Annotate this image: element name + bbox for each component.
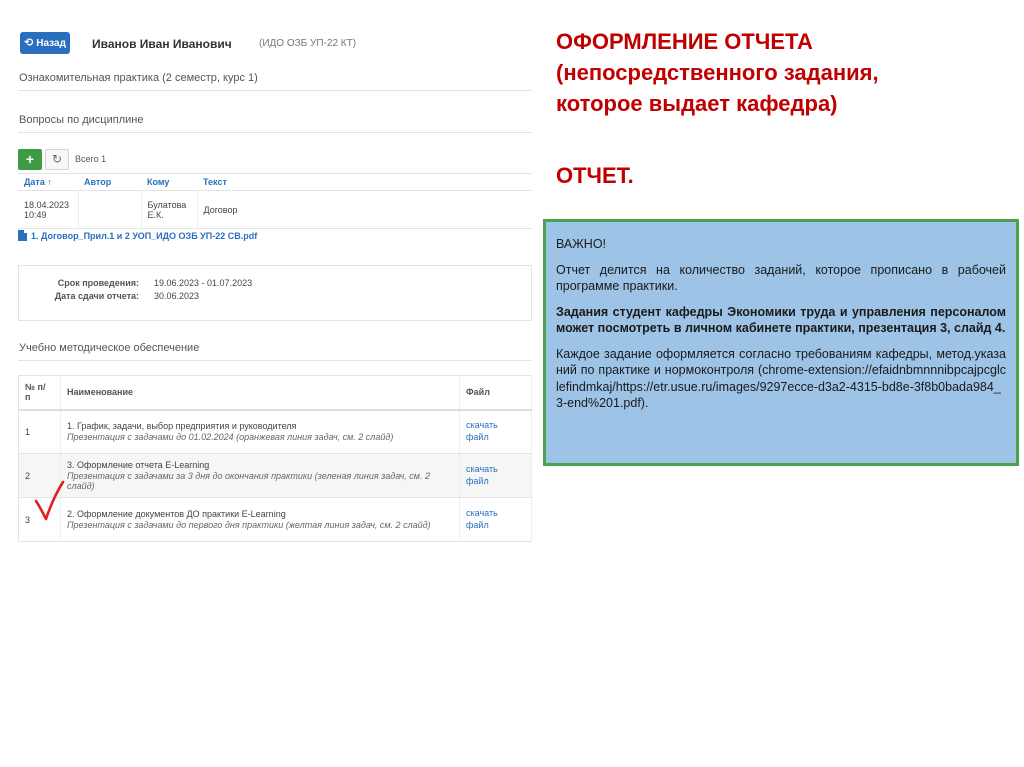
column-number-line2: п: [25, 392, 31, 403]
questions-toolbar: + ↻ Всего 1: [18, 148, 106, 170]
student-group: (ИДО ОЗБ УП-22 КТ): [259, 38, 357, 49]
attachment-label: 1. Договор_Прил.1 и 2 УОП_ИДО ОЗБ УП-22 …: [31, 230, 258, 241]
column-date-label: Дата: [24, 177, 45, 187]
table-row[interactable]: 18.04.2023 10:49 Булатова Е.К. Договор: [18, 190, 532, 229]
info-box: ВАЖНО! Отчет делится на количество задан…: [543, 219, 1019, 466]
questions-section-title: Вопросы по дисциплине: [19, 114, 144, 126]
info-paragraph-3: Каждое задание оформляется согласно треб…: [556, 346, 1006, 411]
slide-heading: ОФОРМЛЕНИЕ ОТЧЕТА (непосредственного зад…: [556, 26, 1016, 120]
download-link-line2[interactable]: файл: [466, 520, 525, 532]
lms-screenshot: ⟲ Назад Иванов Иван Иванович (ИДО ОЗБ УП…: [14, 24, 534, 542]
download-link[interactable]: скачать файл: [459, 409, 532, 454]
column-text[interactable]: Текст: [197, 173, 532, 191]
row-name: 1. График, задачи, выбор предприятия и р…: [60, 409, 460, 454]
term-value: 19.06.2023 - 01.07.2023: [154, 278, 253, 288]
row-name: 2. Оформление документов ДО практики E-L…: [60, 497, 460, 542]
header-row: ⟲ Назад Иванов Иван Иванович (ИДО ОЗБ УП…: [14, 24, 534, 64]
slide-heading-line1: ОФОРМЛЕНИЕ ОТЧЕТА: [556, 29, 813, 54]
column-number-line1: № п/: [25, 382, 46, 393]
material-note: Презентация с задачами до 01.02.2024 (ор…: [67, 432, 394, 443]
due-label: Дата сдачи отчета:: [54, 291, 139, 301]
practice-title: Ознакомительная практика (2 семестр, кур…: [19, 72, 258, 84]
column-name: Наименование: [60, 375, 460, 411]
attachment-link[interactable]: 1. Договор_Прил.1 и 2 УОП_ИДО ОЗБ УП-22 …: [18, 230, 257, 241]
info-paragraph-2: Задания студент кафедры Экономики труда …: [556, 304, 1006, 336]
material-title: 1. График, задачи, выбор предприятия и р…: [67, 421, 297, 432]
divider: [18, 132, 532, 133]
materials-section-title: Учебно методическое обеспечение: [19, 342, 200, 354]
materials-table: № п/ п Наименование Файл 1 1. График, за…: [18, 375, 532, 542]
period-box: Срок проведения: 19.06.2023 - 01.07.2023…: [18, 265, 532, 321]
download-link-line1[interactable]: скачать: [466, 464, 525, 476]
checkmark-icon: [34, 480, 65, 521]
download-link-line1[interactable]: скачать: [466, 508, 525, 520]
cell-text: Договор: [197, 190, 532, 229]
questions-header-row: Дата ↑ Автор Кому Текст: [18, 173, 532, 191]
back-arrow-icon: ⟲: [24, 36, 34, 49]
date-value: 18.04.2023: [24, 199, 70, 210]
total-count: Всего 1: [75, 154, 107, 164]
material-note: Презентация с задачами за 3 дня до оконч…: [67, 471, 430, 491]
download-link-line2[interactable]: файл: [466, 432, 525, 444]
material-note: Презентация с задачами до первого дня пр…: [67, 520, 431, 530]
report-label: ОТЧЕТ.: [556, 163, 634, 188]
materials-header-row: № п/ п Наименование Файл: [18, 375, 532, 411]
pdf-file-icon: [18, 230, 27, 241]
table-row: 3 2. Оформление документов ДО практики E…: [18, 497, 532, 542]
to-line1: Булатова: [147, 199, 187, 210]
info-important: ВАЖНО!: [556, 237, 607, 251]
back-button[interactable]: ⟲ Назад: [20, 32, 70, 54]
questions-table: Дата ↑ Автор Кому Текст 18.04.2023 10:49…: [18, 173, 532, 229]
row-number: 1: [18, 409, 61, 454]
material-title: 2. Оформление документов ДО практики E-L…: [67, 509, 286, 519]
download-link[interactable]: скачать файл: [459, 453, 532, 498]
info-paragraph-1: Отчет делится на количество заданий, кот…: [556, 262, 1006, 294]
column-author[interactable]: Автор: [78, 173, 141, 191]
divider: [18, 90, 532, 91]
cell-date: 18.04.2023 10:49: [18, 190, 79, 229]
refresh-icon: ↻: [51, 152, 63, 166]
column-date[interactable]: Дата ↑: [18, 173, 78, 191]
add-question-button[interactable]: +: [18, 148, 42, 170]
refresh-button[interactable]: ↻: [45, 148, 69, 170]
cell-author: [78, 190, 142, 229]
column-number: № п/ п: [18, 375, 61, 411]
download-link-line2[interactable]: файл: [466, 476, 525, 488]
time-value: 10:49: [24, 209, 47, 220]
download-link-line1[interactable]: скачать: [466, 420, 525, 432]
to-line2: Е.К.: [147, 209, 164, 220]
table-row: 1 1. График, задачи, выбор предприятия и…: [18, 409, 532, 454]
table-row: 2 3. Оформление отчета E-Learning Презен…: [18, 453, 532, 498]
row-name: 3. Оформление отчета E-Learning Презента…: [60, 453, 460, 498]
material-title: 3. Оформление отчета E-Learning: [67, 460, 210, 470]
due-value: 30.06.2023: [154, 291, 200, 301]
divider: [18, 360, 532, 361]
download-link[interactable]: скачать файл: [459, 497, 532, 542]
slide-heading-line2: (непосредственного задания,: [556, 60, 879, 86]
column-file: Файл: [459, 375, 532, 411]
sort-up-icon: ↑: [47, 177, 52, 187]
term-label: Срок проведения:: [57, 278, 139, 288]
back-button-label: Назад: [36, 37, 66, 49]
slide-heading-line3: которое выдает кафедра): [556, 91, 838, 117]
cell-to: Булатова Е.К.: [141, 190, 198, 229]
column-to[interactable]: Кому: [141, 173, 197, 191]
student-name: Иванов Иван Иванович: [92, 37, 232, 51]
